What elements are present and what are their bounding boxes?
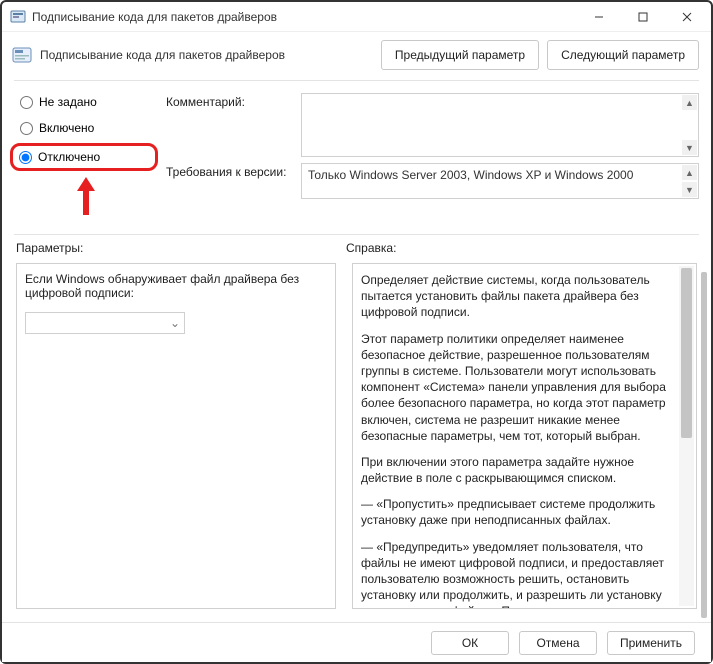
scroll-down-icon[interactable]: ▼ <box>682 182 697 197</box>
scroll-down-icon[interactable]: ▼ <box>682 140 697 155</box>
close-button[interactable] <box>665 3 709 31</box>
parameters-label: Параметры: <box>16 241 346 255</box>
scrollbar-thumb[interactable] <box>681 268 692 438</box>
scroll-up-icon[interactable]: ▲ <box>682 95 697 110</box>
policy-name: Подписывание кода для пакетов драйверов <box>40 48 373 62</box>
minimize-button[interactable] <box>577 3 621 31</box>
radio-enabled[interactable]: Включено <box>16 119 156 137</box>
radio-enabled-input[interactable] <box>20 122 33 135</box>
radio-not-configured-input[interactable] <box>20 96 33 109</box>
help-paragraph: — «Пропустить» предписывает системе прод… <box>361 496 674 528</box>
parameter-dropdown[interactable]: ⌄ <box>25 312 185 334</box>
policy-icon <box>12 45 32 65</box>
previous-setting-button[interactable]: Предыдущий параметр <box>381 40 539 70</box>
radio-disabled-input[interactable] <box>19 151 32 164</box>
comment-label: Комментарий: <box>166 93 301 109</box>
help-paragraph: При включении этого параметра задайте ну… <box>361 454 674 486</box>
chevron-down-icon: ⌄ <box>170 316 180 330</box>
footer: ОК Отмена Применить <box>2 622 711 662</box>
divider <box>14 234 699 235</box>
radio-enabled-label: Включено <box>39 121 94 135</box>
help-paragraph: Определяет действие системы, когда польз… <box>361 272 674 321</box>
maximize-button[interactable] <box>621 3 665 31</box>
radio-not-configured-label: Не задано <box>39 95 97 109</box>
next-setting-button[interactable]: Следующий параметр <box>547 40 699 70</box>
requirements-label: Требования к версии: <box>166 163 301 179</box>
help-panel: Определяет действие системы, когда польз… <box>352 263 697 609</box>
highlight-box: Отключено <box>10 143 158 171</box>
window-title: Подписывание кода для пакетов драйверов <box>32 10 577 24</box>
help-scrollbar[interactable] <box>679 266 694 606</box>
apply-button[interactable]: Применить <box>607 631 695 655</box>
app-icon <box>10 9 26 25</box>
parameters-panel: Если Windows обнаруживает файл драйвера … <box>16 263 336 609</box>
help-paragraph: Этот параметр политики определяет наимен… <box>361 331 674 444</box>
scroll-up-icon[interactable]: ▲ <box>682 165 697 180</box>
state-radio-group: Не задано Включено Отключено <box>16 93 156 220</box>
requirements-field: Только Windows Server 2003, Windows XP и… <box>301 163 699 199</box>
help-paragraph: — «Предупредить» уведомляет пользователя… <box>361 539 674 609</box>
radio-disabled[interactable]: Отключено <box>19 150 149 164</box>
header: Подписывание кода для пакетов драйверов … <box>2 32 711 80</box>
radio-disabled-label: Отключено <box>38 150 100 164</box>
page-scrollbar[interactable] <box>701 272 707 618</box>
parameter-description: Если Windows обнаруживает файл драйвера … <box>25 272 327 300</box>
requirements-value: Только Windows Server 2003, Windows XP и… <box>308 168 633 182</box>
ok-button[interactable]: ОК <box>431 631 509 655</box>
cancel-button[interactable]: Отмена <box>519 631 597 655</box>
help-label: Справка: <box>346 241 697 255</box>
titlebar: Подписывание кода для пакетов драйверов <box>2 2 711 32</box>
annotation-arrow <box>16 177 156 220</box>
comment-textarea[interactable]: ▲ ▼ <box>301 93 699 157</box>
radio-not-configured[interactable]: Не задано <box>16 93 156 111</box>
